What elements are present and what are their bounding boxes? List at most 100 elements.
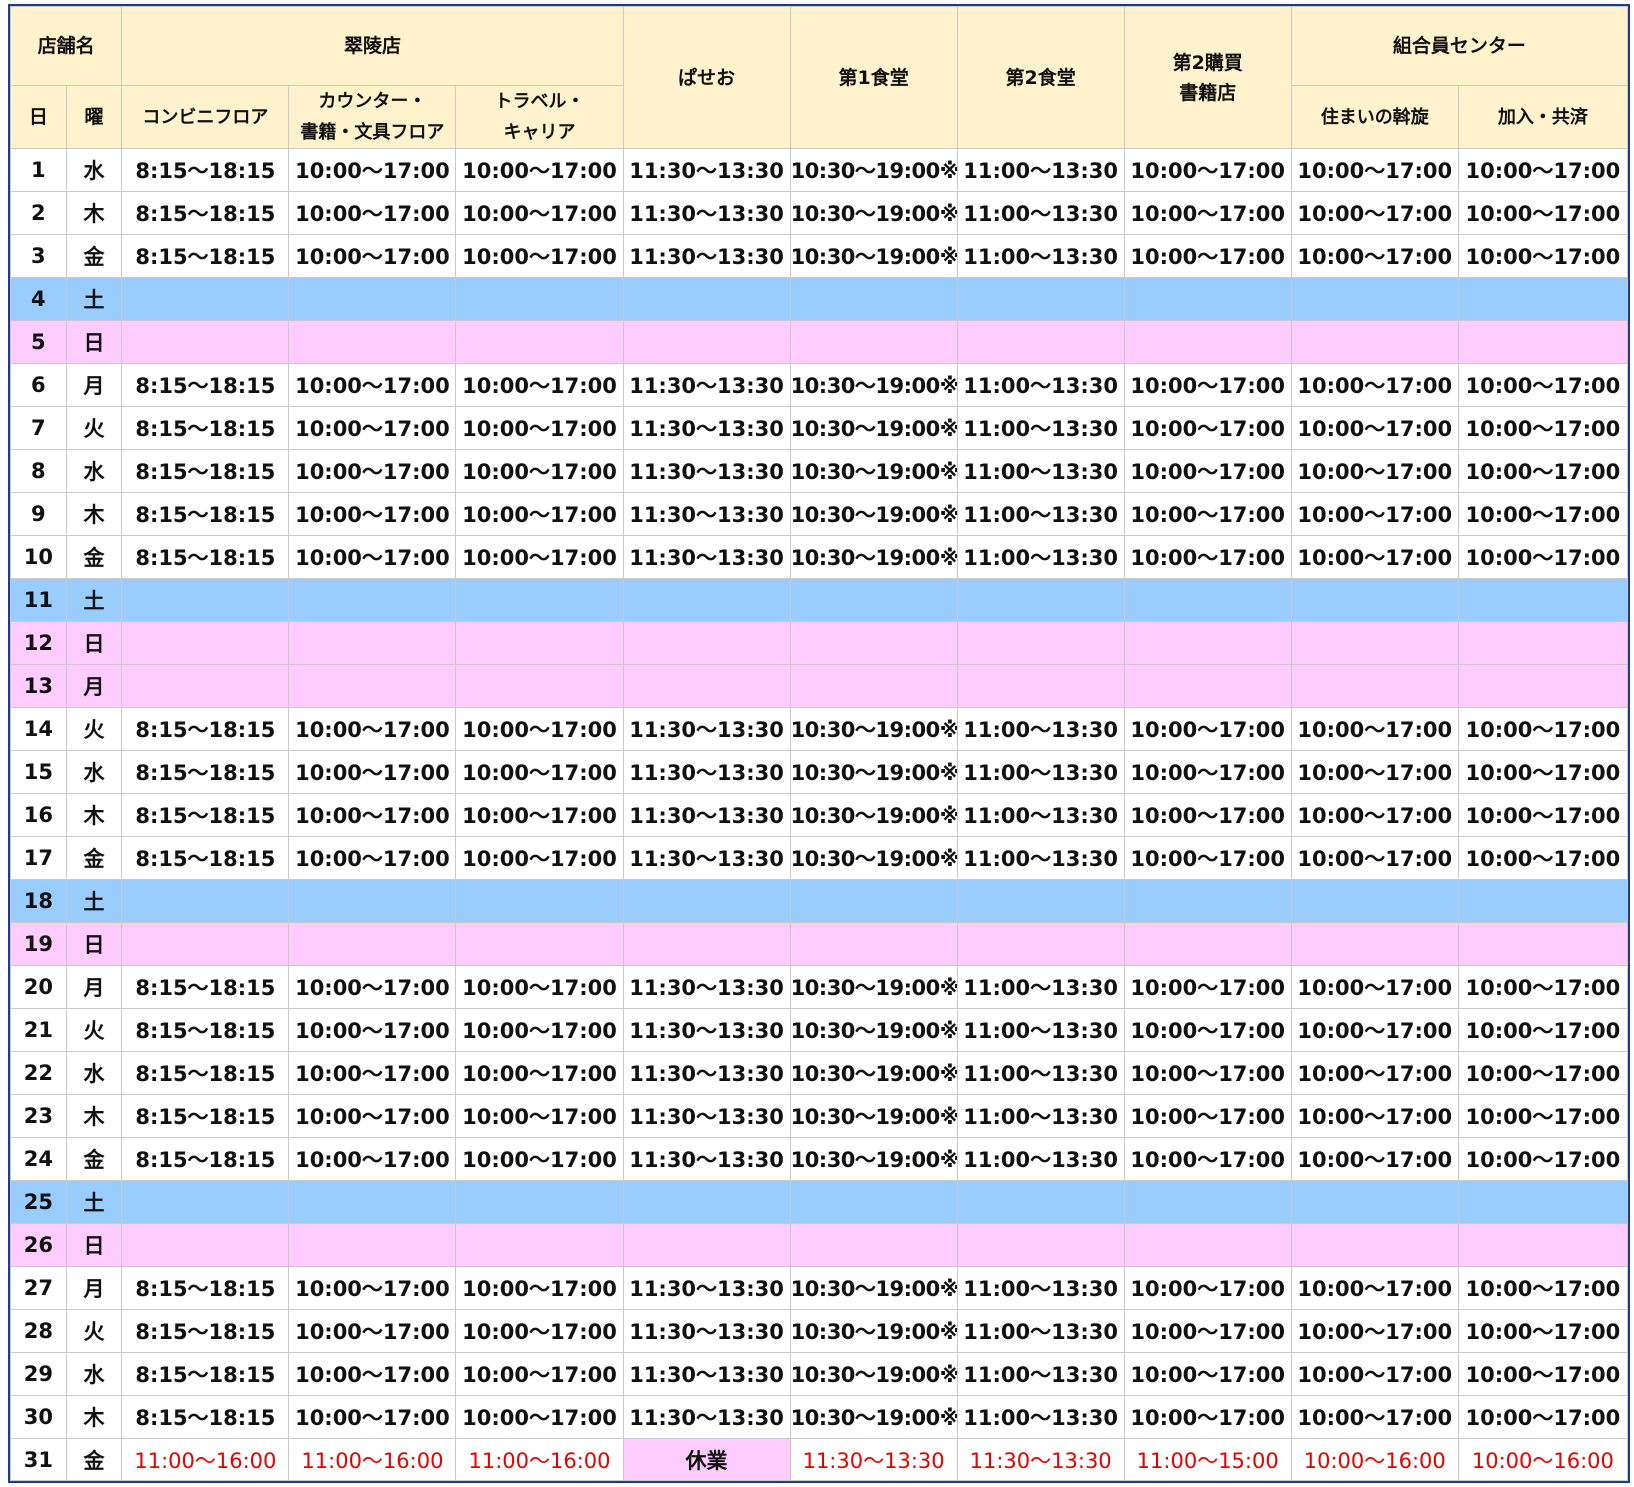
hours-cell: 11:30～13:30: [622, 148, 791, 192]
table-row: 2 木 8:15～18:15 10:00～17:00 10:00～17:00 11:30～…: [10, 191, 1629, 235]
table-row: 31 金 11:00～16:00 11:00～16:00 11:00～16:00 休業 11…: [10, 1438, 1629, 1481]
day-cell: 26: [10, 1223, 67, 1267]
kanyu-header: 加入・共済: [1457, 85, 1629, 149]
business-hours-table: 店舗名 翠陵店 ぱせお 第1食堂 第2食堂 第2購買 書籍店 組合員センター 日…: [9, 6, 1629, 1481]
hours-cell: 10:30～19:00※: [789, 1137, 958, 1181]
empty-cell: [789, 922, 958, 966]
table-row: 3 金 8:15～18:15 10:00～17:00 10:00～17:00 11:30～…: [10, 234, 1629, 278]
empty-cell: [789, 1223, 958, 1267]
schedule-frame: 店舗名 翠陵店 ぱせお 第1食堂 第2食堂 第2購買 書籍店 組合員センター 日…: [8, 4, 1630, 1483]
hours-cell: 11:30～13:30: [622, 1395, 791, 1439]
empty-cell: [288, 664, 457, 708]
hours-cell: 10:00～17:00: [288, 234, 457, 278]
empty-cell: [1290, 578, 1459, 622]
hours-cell: 10:30～19:00※: [789, 1309, 958, 1353]
empty-cell: [789, 621, 958, 665]
hours-cell: 10:00～17:00: [288, 449, 457, 493]
table-row: 7 火 8:15～18:15 10:00～17:00 10:00～17:00 11:30～…: [10, 406, 1629, 450]
table-row: 9 木 8:15～18:15 10:00～17:00 10:00～17:00 11:30～…: [10, 492, 1629, 536]
day-cell: 20: [10, 965, 67, 1009]
empty-cell: [1123, 277, 1292, 321]
hours-cell: 11:30～13:30: [622, 363, 791, 407]
empty-cell: [1457, 1180, 1629, 1224]
hours-cell: 10:00～17:00: [1290, 492, 1459, 536]
hours-cell: 11:30～13:30: [622, 793, 791, 837]
hours-cell: 11:00～13:30: [956, 234, 1125, 278]
hours-cell: 11:00～13:30: [956, 1137, 1125, 1181]
weekday-cell: 木: [65, 793, 123, 837]
hours-cell: 10:00～17:00: [1123, 707, 1292, 751]
hours-cell: 10:00～17:00: [1290, 1051, 1459, 1095]
hours-cell: 8:15～18:15: [121, 406, 290, 450]
hours-cell: 10:30～19:00※: [789, 449, 958, 493]
day-cell: 27: [10, 1266, 67, 1310]
hours-cell: 8:15～18:15: [121, 191, 290, 235]
hours-cell: 8:15～18:15: [121, 1309, 290, 1353]
empty-cell: [1290, 879, 1459, 923]
hours-cell: 11:00～13:30: [956, 1352, 1125, 1396]
empty-cell: [455, 1180, 624, 1224]
weekday-cell: 木: [65, 1395, 123, 1439]
hours-cell: 10:00～17:00: [455, 707, 624, 751]
hours-cell: 10:00～17:00: [1123, 1094, 1292, 1138]
hours-cell: 10:00～17:00: [1457, 234, 1629, 278]
hours-cell: 10:00～17:00: [455, 1008, 624, 1052]
empty-cell: [121, 277, 290, 321]
weekday-cell: 日: [65, 621, 123, 665]
empty-cell: [956, 320, 1125, 364]
weekday-cell: 土: [65, 277, 123, 321]
day-cell: 29: [10, 1352, 67, 1396]
weekday-cell: 水: [65, 1352, 123, 1396]
hours-cell: 10:00～17:00: [455, 1051, 624, 1095]
hours-cell: 10:00～17:00: [1123, 836, 1292, 880]
hours-cell: 10:00～17:00: [1457, 535, 1629, 579]
empty-cell: [1457, 879, 1629, 923]
hours-cell: 10:00～17:00: [1290, 1266, 1459, 1310]
hours-cell: 10:30～19:00※: [789, 793, 958, 837]
hours-cell: 11:00～13:30: [956, 148, 1125, 192]
table-row: 10 金 8:15～18:15 10:00～17:00 10:00～17:00 11:30…: [10, 535, 1629, 579]
hours-cell: 8:15～18:15: [121, 1266, 290, 1310]
hours-cell: 11:30～13:30: [622, 836, 791, 880]
empty-cell: [121, 1223, 290, 1267]
hours-cell: 10:00～17:00: [1123, 535, 1292, 579]
hours-cell: 10:00～17:00: [1290, 1395, 1459, 1439]
empty-cell: [121, 879, 290, 923]
hours-cell: 8:15～18:15: [121, 836, 290, 880]
table-row: 18 土: [10, 879, 1629, 923]
day-cell: 9: [10, 492, 67, 536]
weekday-cell: 金: [65, 836, 123, 880]
kobai2-header-line2: 書籍店: [1179, 81, 1237, 104]
empty-cell: [956, 277, 1125, 321]
empty-cell: [288, 879, 457, 923]
hours-cell: 10:00～17:00: [1123, 1352, 1292, 1396]
hours-cell: 11:30～13:30: [622, 406, 791, 450]
hours-cell: 10:00～17:00: [1457, 492, 1629, 536]
hours-cell: 11:00～13:30: [956, 191, 1125, 235]
empty-cell: [1290, 277, 1459, 321]
store-name-header: 店舗名: [9, 6, 123, 86]
kumiai-center-header: 組合員センター: [1290, 6, 1629, 86]
hours-cell: 10:30～19:00※: [789, 1352, 958, 1396]
table-row: 26 日: [10, 1223, 1629, 1267]
empty-cell: [1123, 578, 1292, 622]
hours-cell: 10:00～17:00: [288, 363, 457, 407]
hours-cell: 10:00～17:00: [1457, 1266, 1629, 1310]
special-hours-cell: 10:00～16:00: [1457, 1438, 1629, 1481]
hours-cell: 11:30～13:30: [622, 965, 791, 1009]
hours-cell: 10:00～17:00: [1457, 1309, 1629, 1353]
hours-cell: 10:00～17:00: [1123, 449, 1292, 493]
suiryo-store-header: 翠陵店: [121, 6, 624, 86]
hours-cell: 10:00～17:00: [288, 492, 457, 536]
table-row: 24 金 8:15～18:15 10:00～17:00 10:00～17:00 11:30…: [10, 1137, 1629, 1181]
kobai2-header: 第2購買 書籍店: [1123, 6, 1292, 149]
empty-cell: [455, 621, 624, 665]
hours-cell: 10:00～17:00: [288, 1309, 457, 1353]
table-row: 23 木 8:15～18:15 10:00～17:00 10:00～17:00 11:30…: [10, 1094, 1629, 1138]
hours-cell: 10:00～17:00: [455, 1266, 624, 1310]
weekday-cell: 水: [65, 148, 123, 192]
empty-cell: [622, 922, 791, 966]
hours-cell: 10:30～19:00※: [789, 191, 958, 235]
hours-cell: 10:00～17:00: [1457, 1051, 1629, 1095]
hours-cell: 10:00～17:00: [288, 836, 457, 880]
